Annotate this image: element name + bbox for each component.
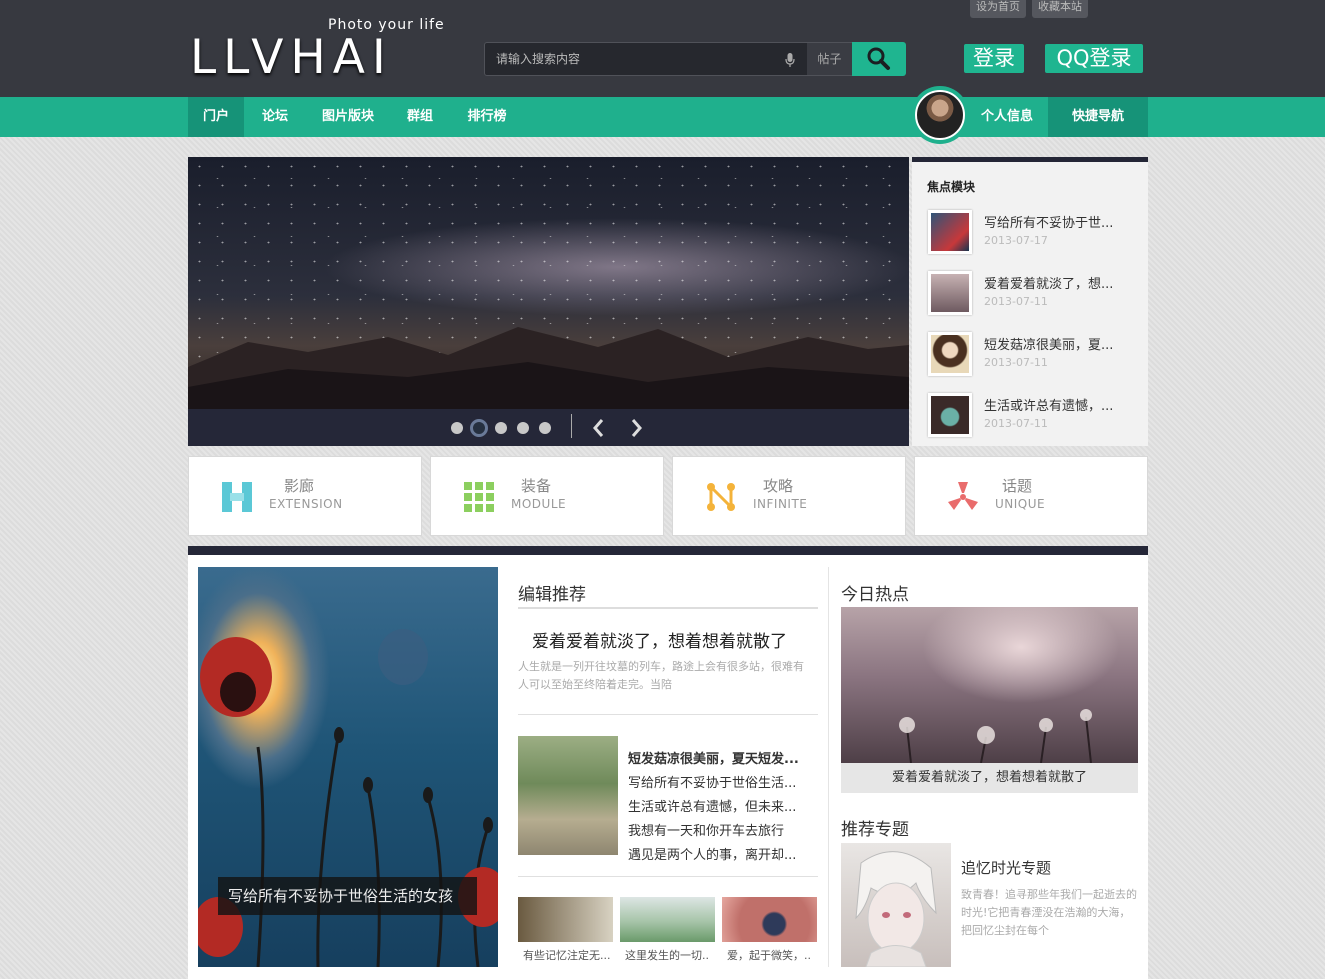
feature-subtitle: UNIQUE [995, 497, 1046, 511]
prev-arrow-icon[interactable] [591, 417, 607, 439]
network-icon [707, 483, 735, 511]
nav-item-portal[interactable]: 门户 [188, 97, 244, 137]
list-item[interactable]: 写给所有不妥协于世俗生活... [628, 772, 796, 791]
main-nav: 门户 论坛 图片版块 群组 排行榜 个人信息 快捷导航 [0, 97, 1325, 137]
focus-item[interactable]: 爱着爱着就淡了，想... 2013-07-11 [928, 269, 1138, 317]
slider-dot[interactable] [495, 422, 507, 434]
user-avatar[interactable] [911, 86, 969, 144]
quick-nav-button[interactable]: 快捷导航 [1048, 97, 1148, 137]
nav-item-image-board[interactable]: 图片版块 [312, 97, 384, 137]
slider-dot-active[interactable] [470, 419, 488, 437]
grid-icon [464, 482, 494, 512]
qq-login-button[interactable]: QQ登录 [1045, 44, 1143, 73]
feature-unique[interactable]: 话题 UNIQUE [914, 456, 1148, 536]
gallery-caption[interactable]: 有些记忆注定无... [523, 947, 611, 963]
search-input[interactable] [485, 43, 803, 75]
anime-portrait [855, 851, 937, 968]
hot-caption[interactable]: 爱着爱着就淡了，想着想着就散了 [841, 763, 1138, 793]
focus-thumb[interactable] [928, 271, 972, 315]
login-button[interactable]: 登录 [964, 44, 1024, 73]
feature-title: 装备 [521, 477, 552, 495]
gallery-thumb[interactable] [518, 897, 613, 942]
focus-thumb[interactable] [928, 210, 972, 254]
focus-item-title[interactable]: 短发菇凉很美丽，夏... [984, 334, 1113, 353]
focus-thumb[interactable] [928, 332, 972, 376]
profile-link[interactable]: 个人信息 [966, 97, 1048, 137]
featured-image[interactable]: 写给所有不妥协于世俗生活的女孩 [198, 567, 498, 967]
search-icon [867, 47, 890, 70]
list-item[interactable]: 遇见是两个人的事，离开却... [628, 844, 796, 863]
hot-today-heading: 今日热点 [841, 585, 909, 605]
slider-divider [571, 414, 572, 438]
focus-heading: 焦点模块 [927, 180, 976, 194]
feature-title: 攻略 [763, 477, 794, 495]
nav-item-forum[interactable]: 论坛 [252, 97, 298, 137]
feature-extension[interactable]: 影廊 EXTENSION [188, 456, 422, 536]
focus-item-date: 2013-07-11 [984, 356, 1048, 369]
slider-dot[interactable] [451, 422, 463, 434]
topic-heading: 推荐专题 [841, 820, 909, 840]
nav-item-ranking[interactable]: 排行榜 [457, 97, 517, 137]
gallery-thumb[interactable] [722, 897, 817, 942]
gallery-caption[interactable]: 这里发生的一切.. [625, 947, 709, 963]
slider-dot[interactable] [517, 422, 529, 434]
top-header: 设为首页 收藏本站 Photo your life LLVHAI 帖子 登录 Q… [0, 0, 1325, 97]
list-item[interactable]: 生活或许总有遗憾，但未来... [628, 796, 796, 815]
focus-item[interactable]: 生活或许总有遗憾，... 2013-07-11 [928, 391, 1138, 439]
focus-item-date: 2013-07-11 [984, 295, 1048, 308]
radiation-icon [948, 482, 978, 510]
feature-title: 话题 [1002, 477, 1033, 495]
recommended-description: 人生就是一列开往坟墓的列车，路途上会有很多站，很难有人可以至始至终陪着走完。当陪 [518, 660, 804, 691]
forest-thumbnail[interactable] [518, 736, 618, 855]
list-item[interactable]: 短发菇凉很美丽，夏天短发... [628, 748, 799, 767]
focus-item-title[interactable]: 爱着爱着就淡了，想... [984, 273, 1113, 292]
topic-title[interactable]: 追忆时光专题 [961, 857, 1051, 878]
feature-subtitle: EXTENSION [269, 497, 343, 511]
focus-item-title[interactable]: 生活或许总有遗憾，... [984, 395, 1113, 414]
editor-pick-heading: 编辑推荐 [518, 585, 586, 605]
topic-image[interactable] [841, 843, 951, 968]
feature-module[interactable]: 装备 MODULE [430, 456, 664, 536]
topic-description: 致青春！追寻那些年我们一起逝去的时光!它把青春湮没在浩瀚的大海，把回忆尘封在每个 [961, 888, 1137, 937]
nav-item-groups[interactable]: 群组 [397, 97, 443, 137]
image-slider [188, 157, 909, 446]
hot-image[interactable] [841, 607, 1138, 764]
bookmark-link[interactable]: 收藏本站 [1032, 0, 1088, 18]
search-type-select[interactable]: 帖子 [807, 43, 852, 75]
focus-thumb[interactable] [928, 393, 972, 437]
focus-item[interactable]: 短发菇凉很美丽，夏... 2013-07-11 [928, 330, 1138, 378]
gallery-thumb[interactable] [620, 897, 715, 942]
extension-icon [222, 482, 252, 512]
next-arrow-icon[interactable] [628, 417, 644, 439]
feature-subtitle: INFINITE [753, 497, 808, 511]
content-panel: 写给所有不妥协于世俗生活的女孩 编辑推荐 爱着爱着就淡了，想着想着就散了 人生就… [188, 546, 1148, 979]
focus-module: 焦点模块 写给所有不妥协于世... 2013-07-17 爱着爱着就淡了，想..… [912, 157, 1148, 446]
feature-title: 影廊 [284, 477, 315, 495]
list-item[interactable]: 我想有一天和你开车去旅行 [628, 820, 784, 839]
search-button[interactable] [852, 42, 906, 76]
focus-item-title[interactable]: 写给所有不妥协于世... [984, 212, 1113, 231]
featured-caption[interactable]: 写给所有不妥协于世俗生活的女孩 [218, 877, 477, 915]
dandelion-illustration [899, 709, 1092, 764]
feature-infinite[interactable]: 攻略 INFINITE [672, 456, 906, 536]
feature-subtitle: MODULE [511, 497, 567, 511]
site-logo[interactable]: LLVHAI [190, 30, 393, 86]
focus-item[interactable]: 写给所有不妥协于世... 2013-07-17 [928, 208, 1138, 256]
gallery-caption[interactable]: 爱，起于微笑，.. [727, 947, 811, 963]
focus-item-date: 2013-07-11 [984, 417, 1048, 430]
search-box: 帖子 [484, 42, 852, 76]
set-homepage-link[interactable]: 设为首页 [970, 0, 1026, 18]
slider-dot[interactable] [539, 422, 551, 434]
focus-item-date: 2013-07-17 [984, 234, 1048, 247]
mountain-silhouette [188, 327, 909, 409]
recommended-title[interactable]: 爱着爱着就淡了，想着想着就散了 [532, 627, 787, 652]
microphone-icon[interactable] [785, 52, 795, 71]
